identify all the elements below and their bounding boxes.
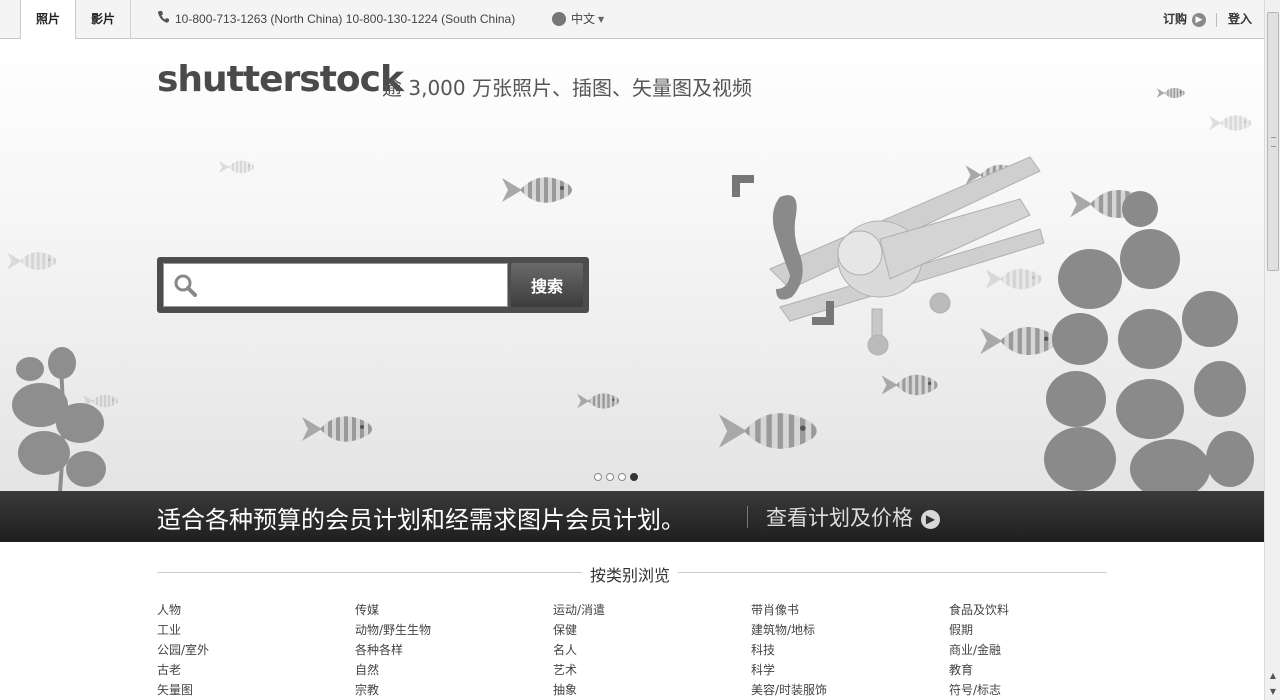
carousel-dot[interactable] [606, 473, 614, 481]
login-link[interactable]: 登入 [1228, 0, 1252, 39]
category-link[interactable]: 名人 [553, 640, 605, 660]
category-link[interactable]: 食品及饮料 [949, 600, 1009, 620]
subscribe-link[interactable]: 订购 ▶ [1163, 0, 1207, 39]
scroll-up-arrow-icon[interactable]: ▲ [1266, 670, 1280, 682]
category-column: 传媒 动物/野生生物 各种各样 自然 宗教 [355, 600, 431, 700]
divider [747, 506, 748, 528]
category-column: 人物 工业 公园/室外 古老 矢量图 [157, 600, 209, 700]
pricing-link[interactable]: 查看计划及价格 ▶ [766, 502, 940, 532]
search-input[interactable] [163, 263, 508, 307]
carousel-indicators [594, 466, 642, 481]
category-link[interactable]: 保健 [553, 620, 605, 640]
phone-icon [158, 0, 170, 39]
tab-footage[interactable]: 影片 [76, 0, 131, 39]
category-column: 带肖像书 建筑物/地标 科技 科学 美容/时装服饰 [751, 600, 827, 700]
category-column: 运动/消遣 保健 名人 艺术 抽象 [553, 600, 605, 700]
category-link[interactable]: 宗教 [355, 680, 431, 700]
category-link[interactable]: 艺术 [553, 660, 605, 680]
scroll-down-arrow-icon[interactable]: ▼ [1266, 686, 1280, 698]
top-bar: 照片 影片 10-800-713-1263 (North China) 10-8… [0, 0, 1264, 40]
carousel-dot-active[interactable] [630, 473, 638, 481]
category-link[interactable]: 建筑物/地标 [751, 620, 827, 640]
category-link[interactable]: 运动/消遣 [553, 600, 605, 620]
browse-title: 按类别浏览 [582, 562, 679, 586]
shutterstock-logo[interactable]: shutterstock [157, 59, 404, 100]
arrow-right-icon: ▶ [921, 510, 940, 529]
vertical-scrollbar[interactable]: ▲ ▼ [1264, 0, 1280, 700]
tab-photos[interactable]: 照片 [20, 0, 76, 40]
chevron-down-icon: ▼ [598, 15, 605, 24]
search-icon [174, 274, 197, 297]
language-label: 中文 [571, 12, 596, 26]
category-link[interactable]: 抽象 [553, 680, 605, 700]
category-link[interactable]: 教育 [949, 660, 1009, 680]
category-link[interactable]: 动物/野生生物 [355, 620, 431, 640]
category-link[interactable]: 工业 [157, 620, 209, 640]
category-link[interactable]: 美容/时装服饰 [751, 680, 827, 700]
category-link[interactable]: 公园/室外 [157, 640, 209, 660]
category-link[interactable]: 自然 [355, 660, 431, 680]
carousel-dot[interactable] [618, 473, 626, 481]
category-link[interactable]: 商业/金融 [949, 640, 1009, 660]
promo-bar: 适合各种预算的会员计划和经需求图片会员计划。 查看计划及价格 ▶ [0, 491, 1264, 542]
category-link[interactable]: 假期 [949, 620, 1009, 640]
category-link[interactable]: 矢量图 [157, 680, 209, 700]
globe-icon [552, 12, 566, 26]
language-selector[interactable]: 中文 ▼ [552, 0, 604, 39]
search-form: 搜索 [157, 257, 589, 313]
search-button[interactable]: 搜索 [511, 263, 583, 307]
category-link[interactable]: 人物 [157, 600, 209, 620]
carousel-dot[interactable] [594, 473, 602, 481]
phone-numbers: 10-800-713-1263 (North China) 10-800-130… [158, 0, 515, 39]
category-link[interactable]: 符号/标志 [949, 680, 1009, 700]
tagline: 逾 3,000 万张照片、插图、矢量图及视频 [382, 76, 752, 100]
category-link[interactable]: 各种各样 [355, 640, 431, 660]
category-link[interactable]: 科学 [751, 660, 827, 680]
arrow-right-icon: ▶ [1192, 13, 1207, 27]
category-link[interactable]: 古老 [157, 660, 209, 680]
phone-text: 10-800-713-1263 (North China) 10-800-130… [175, 12, 516, 26]
scrollbar-thumb[interactable] [1267, 12, 1279, 271]
pricing-link-label: 查看计划及价格 [766, 506, 913, 530]
promo-text: 适合各种预算的会员计划和经需求图片会员计划。 [157, 506, 685, 534]
category-link[interactable]: 传媒 [355, 600, 431, 620]
subscribe-label: 订购 [1163, 12, 1188, 26]
divider [1216, 13, 1217, 27]
category-column: 食品及饮料 假期 商业/金融 教育 符号/标志 [949, 600, 1009, 700]
hero-banner: shutterstock 逾 3,000 万张照片、插图、矢量图及视频 搜索 [0, 39, 1264, 491]
category-link[interactable]: 带肖像书 [751, 600, 827, 620]
category-link[interactable]: 科技 [751, 640, 827, 660]
